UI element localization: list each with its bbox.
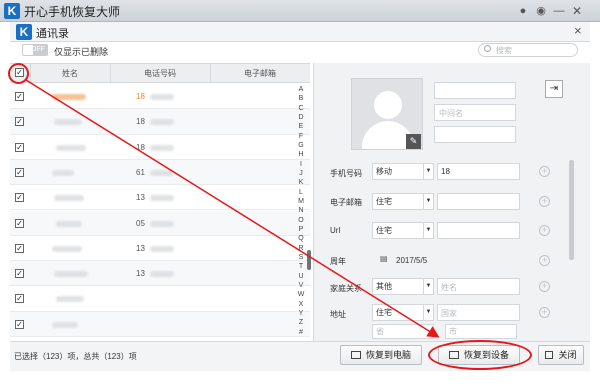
annotation-arrow <box>25 79 440 338</box>
